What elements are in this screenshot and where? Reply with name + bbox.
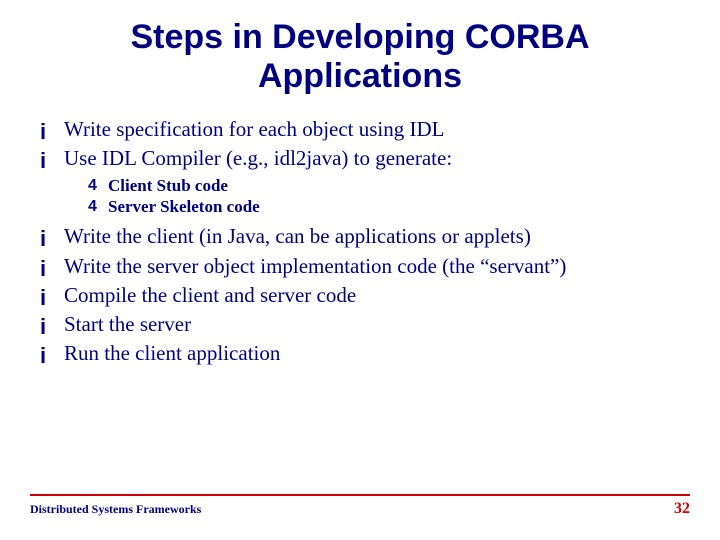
list-item-text: Write the client (in Java, can be applic… bbox=[64, 223, 690, 250]
footer: Distributed Systems Frameworks 32 bbox=[30, 494, 690, 518]
slide-title: Steps in Developing CORBA Applications bbox=[30, 18, 690, 96]
slide: Steps in Developing CORBA Applications i… bbox=[0, 0, 720, 540]
sub-bullet-icon: 4 bbox=[88, 196, 108, 215]
bullet-icon: i bbox=[40, 282, 64, 309]
sub-list-item-text: Client Stub code bbox=[108, 175, 690, 196]
content-list: i Write specification for each object us… bbox=[30, 116, 690, 368]
list-item: i Use IDL Compiler (e.g., idl2java) to g… bbox=[40, 145, 690, 172]
sub-list-item: 4 Server Skeleton code bbox=[88, 196, 690, 217]
bullet-icon: i bbox=[40, 253, 64, 280]
list-item-text: Use IDL Compiler (e.g., idl2java) to gen… bbox=[64, 145, 690, 172]
list-item: i Write the client (in Java, can be appl… bbox=[40, 223, 690, 250]
list-item: i Write the server object implementation… bbox=[40, 253, 690, 280]
list-item: i Start the server bbox=[40, 311, 690, 338]
list-item: i Write specification for each object us… bbox=[40, 116, 690, 143]
bullet-icon: i bbox=[40, 116, 64, 143]
footer-row: Distributed Systems Frameworks 32 bbox=[30, 500, 690, 518]
list-item-text: Compile the client and server code bbox=[64, 282, 690, 309]
list-item-text: Run the client application bbox=[64, 340, 690, 367]
footer-title: Distributed Systems Frameworks bbox=[30, 502, 201, 517]
list-item-text: Start the server bbox=[64, 311, 690, 338]
bullet-icon: i bbox=[40, 223, 64, 250]
divider bbox=[30, 494, 690, 496]
list-item: i Run the client application bbox=[40, 340, 690, 367]
sub-bullet-icon: 4 bbox=[88, 175, 108, 194]
sub-list-item: 4 Client Stub code bbox=[88, 175, 690, 196]
list-item-text: Write specification for each object usin… bbox=[64, 116, 690, 143]
bullet-icon: i bbox=[40, 311, 64, 338]
bullet-icon: i bbox=[40, 340, 64, 367]
list-item-text: Write the server object implementation c… bbox=[64, 253, 690, 280]
bullet-icon: i bbox=[40, 145, 64, 172]
sub-list-item-text: Server Skeleton code bbox=[108, 196, 690, 217]
sub-list: 4 Client Stub code 4 Server Skeleton cod… bbox=[40, 175, 690, 218]
page-number: 32 bbox=[674, 500, 690, 518]
list-item: i Compile the client and server code bbox=[40, 282, 690, 309]
